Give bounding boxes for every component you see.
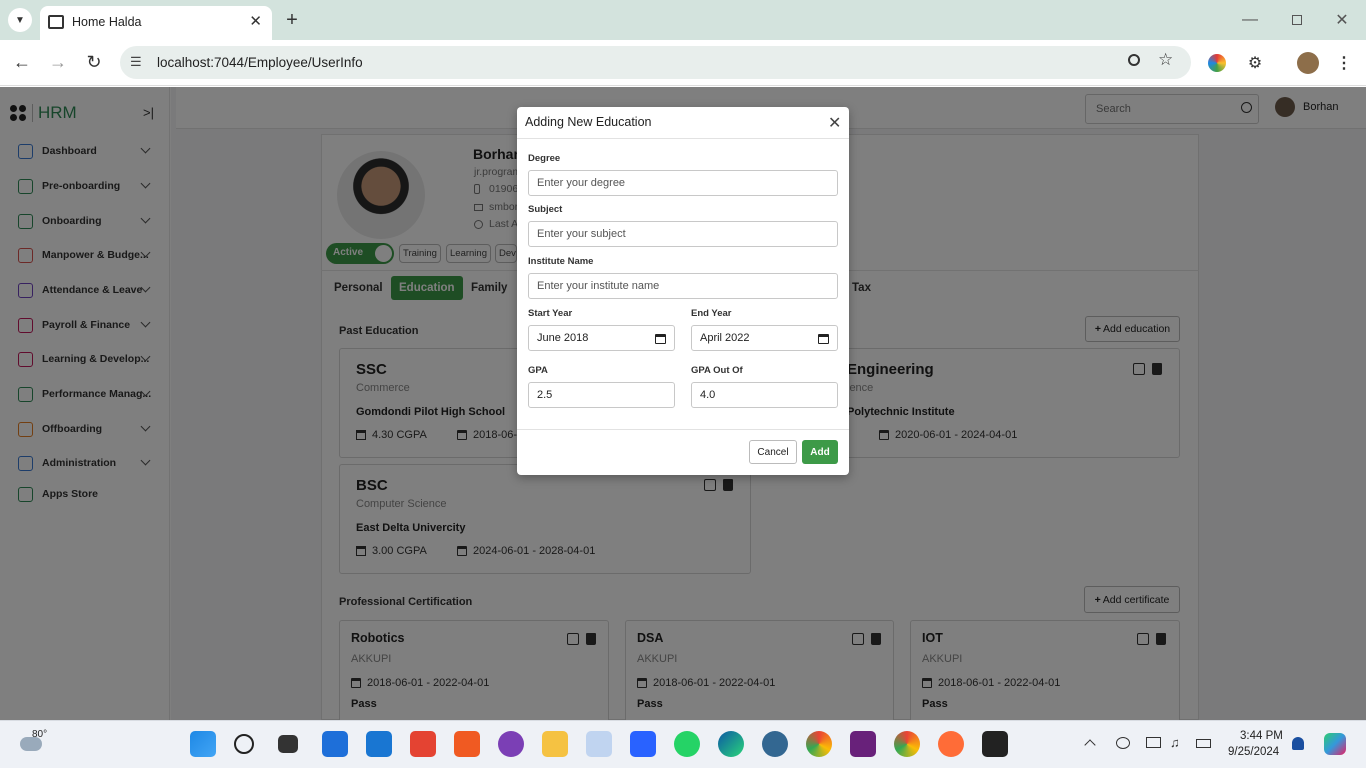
chevron-up-icon[interactable]: [1084, 739, 1096, 751]
snipping-tool-icon[interactable]: [586, 731, 612, 757]
start-button[interactable]: [190, 731, 216, 757]
tab-title: Home Halda: [72, 15, 142, 29]
calendar-icon[interactable]: [818, 334, 829, 344]
terminal-icon[interactable]: [982, 731, 1008, 757]
battery-icon[interactable]: [1196, 739, 1211, 748]
vscode-icon[interactable]: [366, 731, 392, 757]
degree-field[interactable]: [528, 170, 838, 196]
gpa-out-of-label: GPA Out Of: [691, 365, 743, 376]
chrome-profile-icon[interactable]: [894, 731, 920, 757]
pgadmin-icon[interactable]: [762, 731, 788, 757]
modal-footer-divider: [517, 429, 849, 430]
cancel-label: Cancel: [757, 446, 789, 458]
edge-icon[interactable]: [718, 731, 744, 757]
github-desktop-icon[interactable]: [498, 731, 524, 757]
gpa-field[interactable]: [528, 382, 675, 408]
site-info-icon[interactable]: ☰: [130, 54, 142, 70]
network-icon[interactable]: [1116, 737, 1130, 749]
postman-icon[interactable]: [938, 731, 964, 757]
tab-list-button[interactable]: ▼: [8, 8, 32, 32]
new-tab-button[interactable]: +: [280, 8, 304, 32]
todoist-icon[interactable]: [410, 731, 436, 757]
task-view-icon[interactable]: [278, 735, 298, 753]
calendar-icon[interactable]: [655, 334, 666, 344]
browser-menu-icon[interactable]: ⋮: [1334, 52, 1354, 74]
institute-field[interactable]: [528, 273, 838, 299]
whatsapp-icon[interactable]: [674, 731, 700, 757]
zoom-icon[interactable]: [1128, 54, 1140, 66]
back-icon[interactable]: ←: [10, 50, 34, 74]
gpa-label: GPA: [528, 365, 548, 376]
bookmark-star-icon[interactable]: ☆: [1158, 50, 1173, 70]
subject-field[interactable]: [528, 221, 838, 247]
forward-icon[interactable]: →: [46, 50, 70, 74]
browser-tab[interactable]: Home Halda ✕: [40, 6, 272, 40]
date-text: 9/25/2024: [1228, 746, 1280, 758]
gpa-out-of-field[interactable]: [691, 382, 838, 408]
visual-studio-icon[interactable]: [850, 731, 876, 757]
url-text: localhost:7044/Employee/UserInfo: [157, 55, 363, 70]
weather-temp: 80°: [32, 729, 48, 740]
volume-icon[interactable]: ♫: [1170, 735, 1180, 750]
url-field[interactable]: ☰ localhost:7044/Employee/UserInfo ☆: [120, 46, 1191, 79]
search-taskbar-icon[interactable]: [234, 734, 254, 754]
close-icon[interactable]: ✕: [828, 113, 841, 133]
display-icon[interactable]: [1146, 737, 1161, 748]
browser-tab-bar: ▼ Home Halda ✕ + — ✕: [0, 0, 1366, 40]
chrome-icon[interactable]: [806, 731, 832, 757]
file-explorer-icon[interactable]: [542, 731, 568, 757]
end-year-field[interactable]: April 2022: [691, 325, 838, 351]
degree-label: Degree: [528, 153, 561, 164]
add-education-modal: Adding New Education ✕ Degree Subject In…: [517, 107, 849, 475]
end-year-value: April 2022: [700, 332, 750, 344]
close-tab-icon[interactable]: ✕: [249, 12, 262, 30]
subject-label: Subject: [528, 204, 563, 215]
store-icon[interactable]: [630, 731, 656, 757]
minimize-button[interactable]: —: [1238, 8, 1262, 32]
extensions-puzzle-icon[interactable]: ⚙: [1244, 52, 1266, 74]
time-text: 3:44 PM: [1240, 730, 1283, 742]
institute-label: Institute Name: [528, 256, 594, 267]
modal-title: Adding New Education: [525, 115, 652, 129]
copilot-icon[interactable]: [1324, 733, 1346, 755]
brave-icon[interactable]: [454, 731, 480, 757]
cancel-button[interactable]: Cancel: [749, 440, 797, 464]
start-year-label: Start Year: [528, 308, 573, 319]
favicon-icon: [48, 15, 64, 29]
start-year-field[interactable]: June 2018: [528, 325, 675, 351]
add-label: Add: [810, 446, 830, 458]
reload-icon[interactable]: ↻: [82, 50, 106, 74]
end-year-label: End Year: [691, 308, 732, 319]
extension-color-icon[interactable]: [1208, 54, 1226, 72]
notification-bell-icon[interactable]: [1292, 737, 1304, 750]
add-button[interactable]: Add: [802, 440, 838, 464]
close-window-button[interactable]: ✕: [1330, 8, 1354, 32]
modal-header-divider: [517, 138, 849, 139]
restore-button[interactable]: [1285, 8, 1309, 32]
start-year-value: June 2018: [537, 332, 589, 344]
mail-app-icon[interactable]: [322, 731, 348, 757]
profile-avatar-icon[interactable]: [1297, 52, 1319, 74]
